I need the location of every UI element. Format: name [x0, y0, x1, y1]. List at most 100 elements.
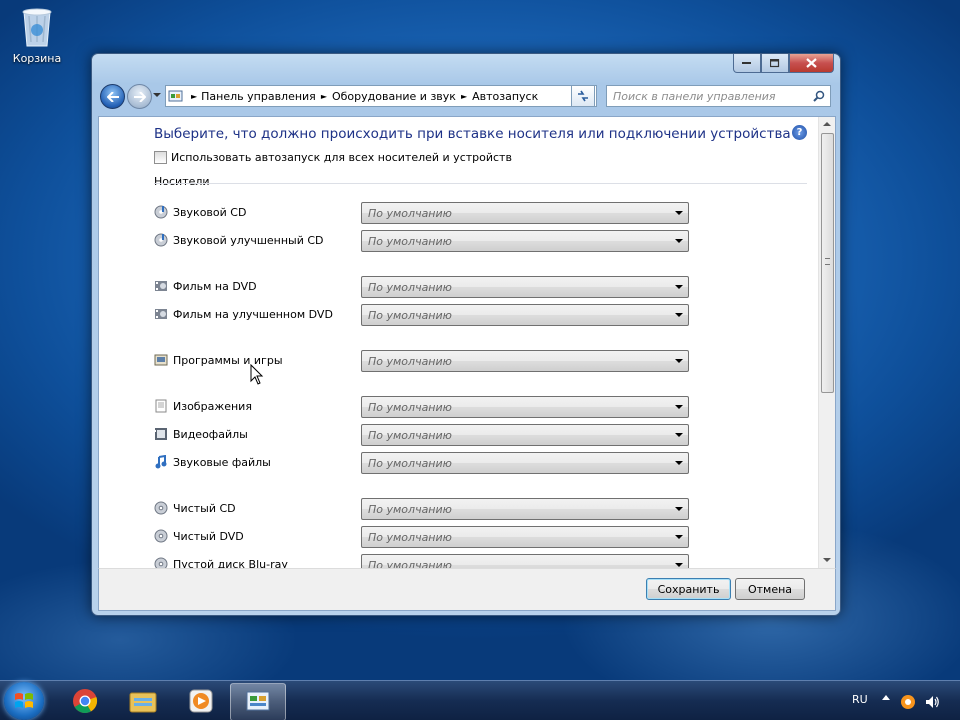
maximize-icon — [770, 58, 780, 67]
recycle-bin-icon[interactable]: Корзина — [10, 6, 64, 65]
media-action-select[interactable]: По умолчанию — [361, 526, 689, 548]
speaker-icon[interactable] — [924, 694, 940, 710]
media-row: Чистый CD По умолчанию — [154, 498, 694, 520]
mouse-pointer-icon — [250, 364, 264, 385]
media-action-value: По умолчанию — [368, 429, 452, 442]
scroll-down-icon[interactable] — [823, 558, 831, 562]
control-panel-icon — [168, 90, 183, 102]
media-action-value: По умолчанию — [368, 503, 452, 516]
language-indicator[interactable]: RU — [852, 693, 868, 706]
refresh-button[interactable] — [571, 85, 595, 107]
media-action-value: По умолчанию — [368, 457, 452, 470]
chevron-down-icon — [675, 433, 683, 437]
breadcrumb-control-panel[interactable]: Панель управления — [201, 90, 316, 103]
media-action-select[interactable]: По умолчанию — [361, 202, 689, 224]
breadcrumb-separator-icon: ► — [460, 91, 468, 101]
forward-arrow-icon — [133, 91, 146, 102]
cancel-button[interactable]: Отмена — [735, 578, 805, 600]
media-row-label: Программы и игры — [173, 354, 283, 367]
chevron-down-icon — [675, 239, 683, 243]
start-button[interactable] — [4, 682, 44, 720]
scroll-up-icon[interactable] — [823, 122, 831, 126]
chevron-down-icon — [675, 313, 683, 317]
trash-icon — [20, 6, 54, 48]
taskbar-media-player[interactable] — [174, 683, 228, 719]
taskbar-control-panel[interactable] — [230, 683, 286, 720]
search-input[interactable]: Поиск в панели управления — [613, 90, 813, 103]
grip-icon — [825, 258, 830, 265]
autoplay-settings-panel: Выберите, что должно происходить при вст… — [98, 116, 836, 570]
use-autoplay-label: Использовать автозапуск для всех носител… — [171, 151, 512, 164]
save-button[interactable]: Сохранить — [646, 578, 731, 600]
media-action-select[interactable]: По умолчанию — [361, 276, 689, 298]
use-autoplay-option[interactable]: Использовать автозапуск для всех носител… — [154, 151, 512, 164]
breadcrumb-separator-icon: ► — [191, 91, 198, 101]
dialog-footer: Сохранить Отмена — [98, 568, 836, 611]
help-icon[interactable]: ? — [792, 125, 807, 140]
maximize-button[interactable] — [761, 54, 789, 73]
media-action-select[interactable]: По умолчанию — [361, 350, 689, 372]
chevron-down-icon — [675, 461, 683, 465]
use-autoplay-checkbox[interactable] — [154, 151, 167, 164]
chrome-icon — [73, 689, 98, 714]
vertical-scrollbar[interactable] — [818, 117, 835, 569]
minimize-button[interactable] — [733, 54, 761, 73]
show-hidden-icons-button[interactable] — [882, 695, 890, 700]
windows-logo-icon — [15, 693, 33, 708]
media-row-label: Фильм на улучшенном DVD — [173, 308, 333, 321]
media-action-value: По умолчанию — [368, 309, 452, 322]
media-action-select[interactable]: По умолчанию — [361, 230, 689, 252]
history-dropdown-icon[interactable] — [153, 93, 161, 97]
pictures-icon — [155, 399, 167, 413]
avast-icon[interactable] — [900, 694, 916, 710]
refresh-icon — [578, 90, 588, 102]
address-bar[interactable]: ► Панель управления ► Оборудование и зву… — [165, 85, 597, 107]
media-action-select[interactable]: По умолчанию — [361, 304, 689, 326]
chevron-down-icon — [675, 359, 683, 363]
chevron-down-icon — [675, 211, 683, 215]
scrollbar-thumb[interactable] — [821, 133, 834, 393]
audio-cd-icon — [154, 205, 168, 219]
back-button[interactable] — [100, 84, 125, 109]
media-action-select[interactable]: По умолчанию — [361, 424, 689, 446]
breadcrumb-autoplay[interactable]: Автозапуск — [472, 90, 538, 103]
media-row-label: Чистый CD — [173, 502, 236, 515]
close-button[interactable] — [789, 54, 834, 73]
dvd-movie-icon — [155, 281, 167, 291]
media-action-select[interactable]: По умолчанию — [361, 452, 689, 474]
blank-cd-icon — [154, 501, 168, 515]
forward-button[interactable] — [127, 84, 152, 109]
media-row: Звуковой CD По умолчанию — [154, 202, 694, 224]
media-action-select[interactable]: По умолчанию — [361, 396, 689, 418]
media-row: Звуковые файлы По умолчанию — [154, 452, 694, 474]
chevron-down-icon — [675, 285, 683, 289]
media-row-label: Видеофайлы — [173, 428, 248, 441]
search-box[interactable]: Поиск в панели управления — [606, 85, 831, 107]
media-row-label: Чистый DVD — [173, 530, 244, 543]
chevron-down-icon — [675, 563, 683, 567]
recycle-bin-label: Корзина — [12, 52, 62, 65]
search-icon[interactable] — [813, 90, 825, 102]
media-action-value: По умолчанию — [368, 401, 452, 414]
blank-dvd-icon — [154, 529, 168, 543]
media-row: Изображения По умолчанию — [154, 396, 694, 418]
chevron-down-icon — [675, 405, 683, 409]
breadcrumb-hardware-sound[interactable]: Оборудование и звук — [332, 90, 456, 103]
video-files-icon — [155, 428, 167, 440]
minimize-icon — [742, 62, 751, 64]
media-action-value: По умолчанию — [368, 207, 452, 220]
software-games-icon — [154, 354, 168, 366]
media-action-value: По умолчанию — [368, 531, 452, 544]
divider — [154, 183, 807, 184]
media-row: Видеофайлы По умолчанию — [154, 424, 694, 446]
control-panel-icon — [246, 691, 270, 711]
media-action-select[interactable]: По умолчанию — [361, 498, 689, 520]
media-row-label: Фильм на DVD — [173, 280, 257, 293]
media-action-value: По умолчанию — [368, 355, 452, 368]
taskbar-chrome[interactable] — [58, 683, 112, 719]
media-row-label: Звуковые файлы — [173, 456, 271, 469]
media-action-value: По умолчанию — [368, 281, 452, 294]
media-row-label: Звуковой улучшенный CD — [173, 234, 324, 247]
taskbar-explorer[interactable] — [116, 683, 170, 719]
media-row: Фильм на улучшенном DVD По умолчанию — [154, 304, 694, 326]
